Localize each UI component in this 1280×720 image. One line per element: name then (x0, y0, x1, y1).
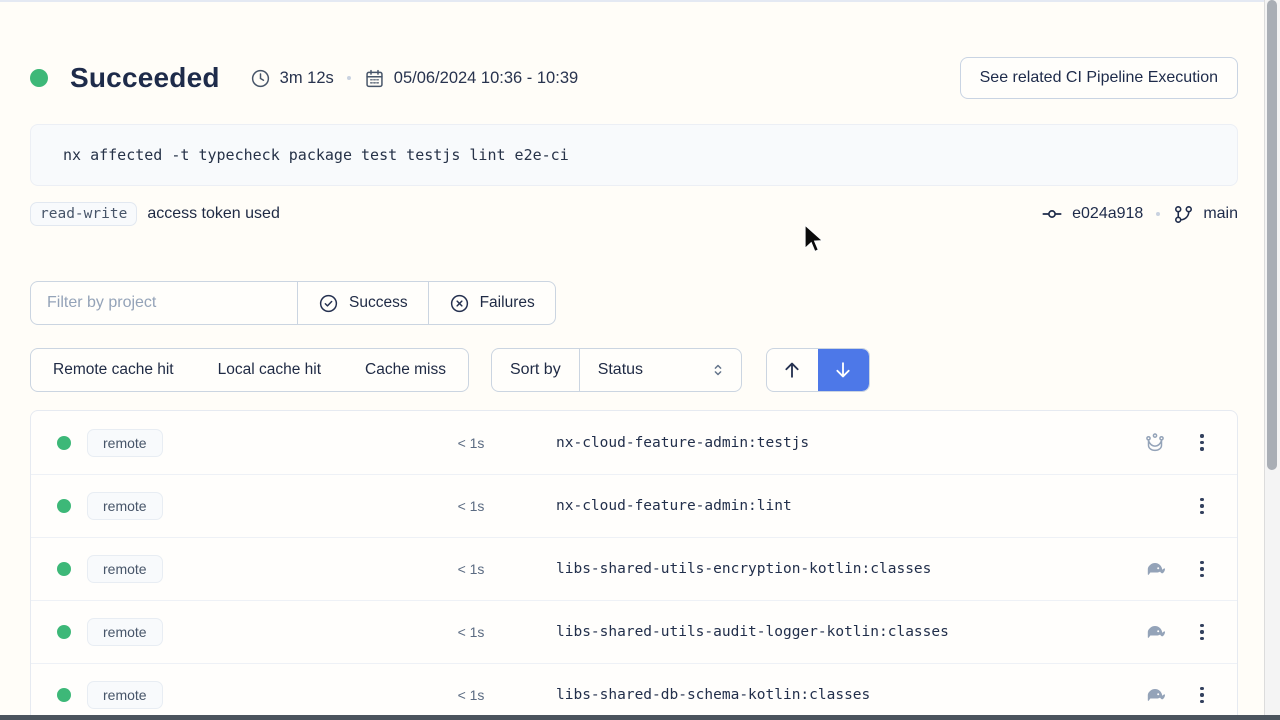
cache-sort-row: Remote cache hit Local cache hit Cache m… (30, 348, 1238, 392)
access-token-badge: read-write (30, 202, 137, 226)
failures-filter-label: Failures (480, 294, 535, 312)
task-success-dot (57, 562, 71, 576)
task-list: remote < 1s nx-cloud-feature-admin:testj… (30, 410, 1238, 720)
cache-source-badge: remote (87, 618, 163, 646)
sort-descending-button[interactable] (818, 349, 869, 391)
chevron-up-down-icon (709, 361, 727, 379)
gradle-icon (1143, 683, 1167, 707)
cache-filter-group: Remote cache hit Local cache hit Cache m… (30, 348, 469, 392)
cache-miss-button[interactable]: Cache miss (343, 349, 468, 391)
task-row[interactable]: remote < 1s nx-cloud-feature-admin:testj… (31, 411, 1237, 474)
cache-source-badge: remote (87, 681, 163, 709)
task-menu-kebab[interactable] (1189, 554, 1215, 584)
vcs-info: e024a918 main (1041, 203, 1238, 225)
task-row[interactable]: remote < 1s libs-shared-db-schema-kotlin… (31, 663, 1237, 720)
access-token-text: access token used (147, 205, 280, 223)
see-related-pipeline-button[interactable]: See related CI Pipeline Execution (960, 57, 1238, 99)
gradle-icon (1143, 557, 1167, 581)
task-name[interactable]: libs-shared-utils-encryption-kotlin:clas… (556, 561, 931, 577)
task-row[interactable]: remote < 1s nx-cloud-feature-admin:lint (31, 474, 1237, 537)
sort-select-value: Status (598, 361, 643, 379)
run-date-range: 05/06/2024 10:36 - 10:39 (394, 69, 578, 88)
sort-direction-group (766, 348, 870, 392)
sort-group: Sort by Status (491, 348, 742, 392)
sort-by-label: Sort by (492, 349, 579, 391)
scrollbar-track[interactable] (1264, 0, 1280, 720)
task-name[interactable]: nx-cloud-feature-admin:lint (556, 498, 792, 514)
task-duration: < 1s (431, 498, 511, 514)
task-name[interactable]: libs-shared-db-schema-kotlin:classes (556, 687, 870, 703)
task-menu-kebab[interactable] (1189, 428, 1215, 458)
cache-source-badge: remote (87, 492, 163, 520)
token-row: read-write access token used e024a918 ma… (30, 199, 1238, 229)
sort-ascending-button[interactable] (767, 349, 818, 391)
branch-name[interactable]: main (1203, 205, 1238, 223)
cache-source-badge: remote (87, 429, 163, 457)
x-circle-icon (449, 293, 470, 314)
task-menu-kebab[interactable] (1189, 491, 1215, 521)
local-cache-hit-button[interactable]: Local cache hit (196, 349, 343, 391)
task-duration: < 1s (431, 687, 511, 703)
task-success-dot (57, 499, 71, 513)
task-name[interactable]: libs-shared-utils-audit-logger-kotlin:cl… (556, 624, 949, 640)
run-meta: 3m 12s 05/06/2024 10:36 - 10:39 (250, 68, 579, 89)
jest-icon (1143, 431, 1167, 455)
task-duration: < 1s (431, 624, 511, 640)
task-menu-kebab[interactable] (1189, 680, 1215, 710)
vcs-separator-dot (1156, 212, 1160, 216)
task-success-dot (57, 625, 71, 639)
task-success-dot (57, 688, 71, 702)
commit-icon (1041, 203, 1063, 225)
window-bottom-edge (0, 715, 1280, 720)
filter-group: Success Failures (30, 281, 556, 325)
success-filter-button[interactable]: Success (297, 282, 428, 324)
task-duration: < 1s (431, 561, 511, 577)
page-title: Succeeded (70, 62, 220, 94)
clock-icon (250, 68, 271, 89)
task-duration: < 1s (431, 435, 511, 451)
run-duration: 3m 12s (280, 69, 334, 88)
run-command-box: nx affected -t typecheck package test te… (30, 124, 1238, 186)
panel-top-border (0, 0, 1280, 2)
run-header: Succeeded 3m 12s 05/06/2024 10:36 - 10:3… (30, 55, 1238, 101)
gradle-icon (1143, 620, 1167, 644)
status-success-dot (30, 69, 48, 87)
arrow-down-icon (832, 359, 854, 381)
filter-by-project-input[interactable] (31, 282, 297, 324)
remote-cache-hit-button[interactable]: Remote cache hit (31, 349, 196, 391)
task-name[interactable]: nx-cloud-feature-admin:testjs (556, 435, 809, 451)
meta-separator-dot (347, 76, 351, 80)
task-success-dot (57, 436, 71, 450)
cache-source-badge: remote (87, 555, 163, 583)
task-row[interactable]: remote < 1s libs-shared-utils-encryption… (31, 537, 1237, 600)
git-branch-icon (1173, 204, 1194, 225)
sort-select[interactable]: Status (579, 349, 741, 391)
task-row[interactable]: remote < 1s libs-shared-utils-audit-logg… (31, 600, 1237, 663)
check-circle-icon (318, 293, 339, 314)
failures-filter-button[interactable]: Failures (428, 282, 555, 324)
run-command: nx affected -t typecheck package test te… (63, 146, 569, 164)
success-filter-label: Success (349, 294, 408, 312)
task-menu-kebab[interactable] (1189, 617, 1215, 647)
arrow-up-icon (781, 359, 803, 381)
commit-sha[interactable]: e024a918 (1072, 205, 1143, 223)
scrollbar-thumb[interactable] (1267, 0, 1277, 470)
calendar-icon (364, 68, 385, 89)
